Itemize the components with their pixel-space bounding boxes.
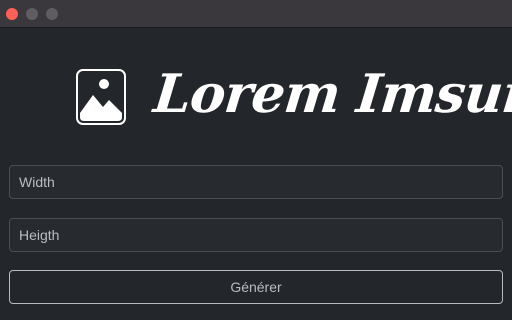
image-icon	[76, 69, 126, 125]
app-logo: Lorem Imsum	[76, 54, 512, 134]
width-input[interactable]	[9, 165, 503, 199]
logo-wordmark: Lorem Imsum	[150, 63, 512, 125]
window-minimize-button[interactable]	[26, 8, 38, 20]
window-close-button[interactable]	[6, 8, 18, 20]
generate-button[interactable]: Générer	[9, 270, 503, 304]
height-input[interactable]	[9, 218, 503, 252]
app-window: Lorem Imsum Générer	[0, 0, 512, 320]
title-bar	[0, 0, 512, 28]
window-maximize-button[interactable]	[46, 8, 58, 20]
